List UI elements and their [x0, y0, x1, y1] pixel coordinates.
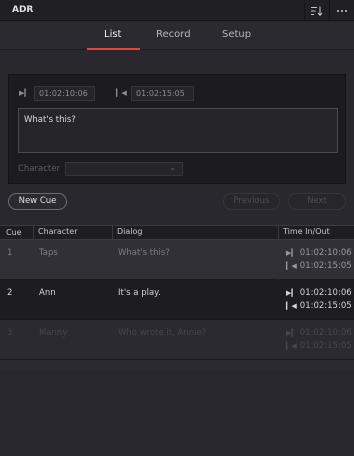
table-row-partial	[0, 360, 354, 370]
cue-time-in: ▶▎ 01:02:10:06	[286, 288, 352, 298]
cue-dialog: What's this?	[118, 248, 170, 258]
character-select[interactable]: ⌄	[65, 162, 183, 176]
dialog-field[interactable]: What's this?	[18, 108, 338, 153]
more-button[interactable]	[329, 0, 354, 21]
time-in-icon: ▶▎	[286, 249, 297, 257]
cue-number: 2	[7, 288, 13, 298]
cue-time-out: ▎◀ 01:02:15:05	[286, 301, 352, 311]
cue-dialog: It's a play.	[118, 288, 161, 298]
character-label: Character	[18, 164, 60, 174]
time-out-field[interactable]: 01:02:15:05	[131, 86, 194, 101]
title-bar: ADR	[0, 0, 354, 21]
cue-character: Manny	[39, 328, 68, 338]
header-cue[interactable]: Cue	[6, 228, 22, 237]
column-divider	[278, 240, 279, 280]
cue-time-out-value: 01:02:15:05	[299, 301, 352, 311]
cue-number: 1	[7, 248, 13, 258]
table-row[interactable]: 1 Taps What's this? ▶▎ 01:02:10:06 ▎◀ 01:0…	[0, 240, 354, 280]
cue-time-out-value: 01:02:15:05	[299, 341, 352, 351]
cue-character: Taps	[39, 248, 58, 258]
sort-icon	[311, 6, 323, 16]
chevron-down-icon: ⌄	[169, 163, 176, 172]
time-out-icon: ▎◀	[116, 89, 127, 97]
time-in-icon: ▶▎	[19, 89, 30, 97]
tab-bar: List Record Setup	[0, 22, 354, 50]
cue-time-out: ▎◀ 01:02:15:05	[286, 341, 352, 351]
time-in-field[interactable]: 01:02:10:06	[34, 86, 95, 101]
cue-dialog: Who wrote it, Annie?	[118, 328, 207, 338]
previous-button[interactable]: Previous	[223, 193, 280, 210]
cue-editor: ▶▎ 01:02:10:06 ▎◀ 01:02:15:05 What's thi…	[8, 74, 346, 184]
cue-time-in-value: 01:02:10:06	[299, 248, 352, 258]
cue-time-in: ▶▎ 01:02:10:06	[286, 248, 352, 258]
more-icon	[337, 9, 347, 12]
next-button[interactable]: Next	[288, 193, 346, 210]
cue-time-in-value: 01:02:10:06	[299, 288, 352, 298]
header-dialog[interactable]: Dialog	[112, 225, 142, 240]
cue-character: Ann	[39, 288, 56, 298]
time-in-icon: ▶▎	[286, 289, 297, 297]
cue-time-in: ▶▎ 01:02:10:06	[286, 328, 352, 338]
cue-time-out: ▎◀ 01:02:15:05	[286, 261, 352, 271]
time-in-icon: ▶▎	[286, 329, 297, 337]
new-cue-button[interactable]: New Cue	[8, 193, 67, 210]
cue-number: 3	[7, 328, 13, 338]
cue-time-in-value: 01:02:10:06	[299, 328, 352, 338]
time-out-icon: ▎◀	[286, 342, 297, 350]
panel-title: ADR	[12, 5, 34, 15]
cue-time-out-value: 01:02:15:05	[299, 261, 352, 271]
tab-list[interactable]: List	[104, 29, 121, 40]
active-tab-indicator	[87, 48, 140, 50]
table-header: Cue Character Dialog Time In/Out	[0, 225, 354, 240]
table-row[interactable]: 3 Manny Who wrote it, Annie? ▶▎ 01:02:10:…	[0, 320, 354, 360]
time-out-icon: ▎◀	[286, 302, 297, 310]
time-out-icon: ▎◀	[286, 262, 297, 270]
tab-record[interactable]: Record	[156, 29, 191, 40]
sort-button[interactable]	[304, 0, 329, 21]
header-character[interactable]: Character	[33, 225, 78, 240]
header-time[interactable]: Time In/Out	[278, 225, 330, 240]
tab-setup[interactable]: Setup	[222, 29, 251, 40]
table-row[interactable]: 2 Ann It's a play. ▶▎ 01:02:10:06 ▎◀ 01:02…	[0, 280, 354, 320]
cue-table: Cue Character Dialog Time In/Out 1 Taps …	[0, 225, 354, 370]
